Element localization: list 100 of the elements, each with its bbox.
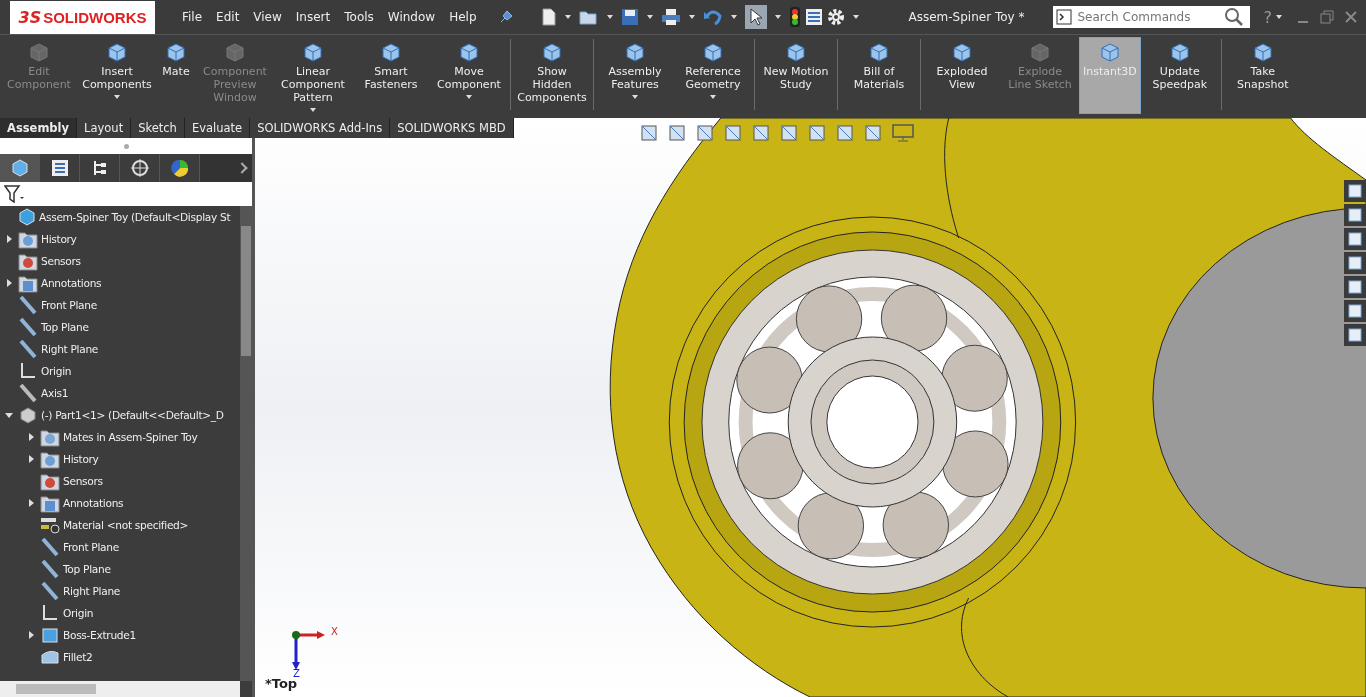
menu-item[interactable]: Insert: [295, 10, 331, 24]
tree-item[interactable]: Annotations: [0, 492, 240, 514]
monitor-icon[interactable]: [892, 124, 914, 142]
tree-item[interactable]: Origin: [0, 360, 240, 382]
tree-item[interactable]: Sensors: [0, 470, 240, 492]
task-pane-icon[interactable]: [1344, 204, 1366, 226]
traffic-light-icon[interactable]: [788, 7, 801, 27]
ribbon-button[interactable]: Bill of Materials: [840, 37, 918, 114]
tree-item[interactable]: History: [0, 448, 240, 470]
ribbon-button[interactable]: Update Speedpak: [1140, 37, 1219, 114]
tree-item[interactable]: Annotations: [0, 272, 240, 294]
select-arrow-button[interactable]: [744, 5, 767, 29]
ribbon-button[interactable]: Move Component: [430, 37, 508, 114]
search-field[interactable]: Search Commands: [1052, 6, 1250, 28]
view-tool-icon[interactable]: [780, 124, 800, 142]
panel-tab[interactable]: [120, 154, 160, 182]
task-pane-icon[interactable]: [1344, 180, 1366, 202]
tree-item[interactable]: (-) Part1<1> (Default<<Default>_D: [0, 404, 240, 426]
task-pane-icon[interactable]: [1344, 252, 1366, 274]
dropdown-caret-icon[interactable]: [606, 15, 613, 19]
list-icon[interactable]: [804, 8, 823, 26]
settings-icon[interactable]: [826, 8, 845, 26]
command-tab[interactable]: Evaluate: [184, 118, 251, 138]
tree-item[interactable]: Top Plane: [0, 558, 240, 580]
ribbon-button[interactable]: Show Hidden Components: [513, 37, 591, 114]
ribbon-button[interactable]: Linear Component Pattern: [274, 37, 352, 114]
tree-item[interactable]: Boss-Extrude1: [0, 624, 240, 646]
ribbon-button[interactable]: Assembly Features: [596, 37, 674, 114]
vertical-scrollbar[interactable]: [240, 206, 252, 681]
menu-item[interactable]: Help: [449, 10, 477, 24]
menu-item[interactable]: Window: [387, 10, 436, 24]
command-tab[interactable]: SOLIDWORKS MBD: [390, 118, 514, 138]
cube-icon: [1168, 42, 1191, 62]
ribbon-button[interactable]: Mate: [156, 37, 196, 114]
command-tab[interactable]: Layout: [77, 118, 132, 138]
close-icon[interactable]: [1344, 10, 1358, 24]
tree-item[interactable]: Right Plane: [0, 580, 240, 602]
panel-tab[interactable]: [40, 154, 80, 182]
dropdown-caret-icon[interactable]: [646, 15, 653, 19]
task-pane-icon[interactable]: [1344, 228, 1366, 250]
dropdown-caret-icon[interactable]: [852, 15, 859, 19]
view-tool-icon[interactable]: [724, 124, 744, 142]
tree-item[interactable]: Assem-Spiner Toy (Default<Display St: [0, 206, 240, 228]
command-tab[interactable]: Sketch: [131, 118, 185, 138]
ribbon-button[interactable]: Exploded View: [923, 37, 1001, 114]
tree-item[interactable]: Top Plane: [0, 316, 240, 338]
save-icon[interactable]: [620, 8, 639, 26]
tree-item[interactable]: Fillet2: [0, 646, 240, 668]
dropdown-caret-icon[interactable]: [774, 15, 781, 19]
logo-mark: 3S: [18, 7, 42, 27]
dropdown-caret-icon[interactable]: [564, 15, 571, 19]
task-pane-icon[interactable]: [1344, 276, 1366, 298]
menu-item[interactable]: File: [182, 10, 203, 24]
panel-tab[interactable]: [160, 154, 200, 182]
horizontal-scrollbar[interactable]: [0, 681, 240, 697]
ribbon-button[interactable]: Smart Fasteners: [352, 37, 430, 114]
plane-icon: [40, 581, 60, 601]
command-tab[interactable]: SOLIDWORKS Add-Ins: [250, 118, 391, 138]
tree-item[interactable]: History: [0, 228, 240, 250]
tree-item[interactable]: Mates in Assem-Spiner Toy: [0, 426, 240, 448]
menu-item[interactable]: Tools: [344, 10, 374, 24]
tree-item[interactable]: Front Plane: [0, 536, 240, 558]
view-tool-icon[interactable]: [752, 124, 772, 142]
filter-icon[interactable]: [4, 185, 26, 203]
tree-item[interactable]: Axis1: [0, 382, 240, 404]
ribbon-button[interactable]: Take Snapshot: [1223, 37, 1302, 114]
ribbon-button[interactable]: Insert Components: [78, 37, 156, 114]
view-tool-icon[interactable]: [668, 124, 688, 142]
dropdown-caret-icon[interactable]: [1276, 15, 1282, 19]
ribbon-button[interactable]: Reference Geometry: [674, 37, 752, 114]
menu-item[interactable]: Edit: [216, 10, 240, 24]
cube-icon: [702, 42, 724, 62]
open-folder-icon[interactable]: [578, 8, 599, 26]
view-tool-icon[interactable]: [696, 124, 716, 142]
help-button[interactable]: ?: [1263, 7, 1272, 27]
axis-icon: [18, 383, 38, 403]
ribbon-button[interactable]: New Motion Study: [757, 37, 835, 114]
new-document-icon[interactable]: [540, 8, 557, 26]
tree-item[interactable]: Sensors: [0, 250, 240, 272]
panel-tab[interactable]: [80, 154, 120, 182]
menu-item[interactable]: View: [253, 10, 282, 24]
view-tool-icon[interactable]: [836, 124, 856, 142]
search-input[interactable]: Search Commands: [1075, 9, 1220, 25]
print-icon[interactable]: [660, 8, 681, 26]
task-pane-icon[interactable]: [1344, 324, 1366, 346]
panel-tab[interactable]: [0, 154, 40, 182]
view-tool-icon[interactable]: [808, 124, 828, 142]
tree-item[interactable]: Origin: [0, 602, 240, 624]
undo-icon[interactable]: [702, 8, 723, 26]
view-tool-icon[interactable]: [864, 124, 884, 142]
view-tool-icon[interactable]: [640, 124, 660, 142]
solidworks-logo[interactable]: 3SSOLIDWORKS: [10, 0, 155, 34]
dropdown-caret-icon[interactable]: [688, 15, 695, 19]
tree-item[interactable]: Right Plane: [0, 338, 240, 360]
dropdown-caret-icon[interactable]: [730, 15, 737, 19]
tree-item[interactable]: Front Plane: [0, 294, 240, 316]
tree-item[interactable]: Material <not specified>: [0, 514, 240, 536]
crosshair-icon: [129, 158, 150, 178]
task-pane-icon[interactable]: [1344, 300, 1366, 322]
restore-icon[interactable]: [1320, 10, 1334, 24]
